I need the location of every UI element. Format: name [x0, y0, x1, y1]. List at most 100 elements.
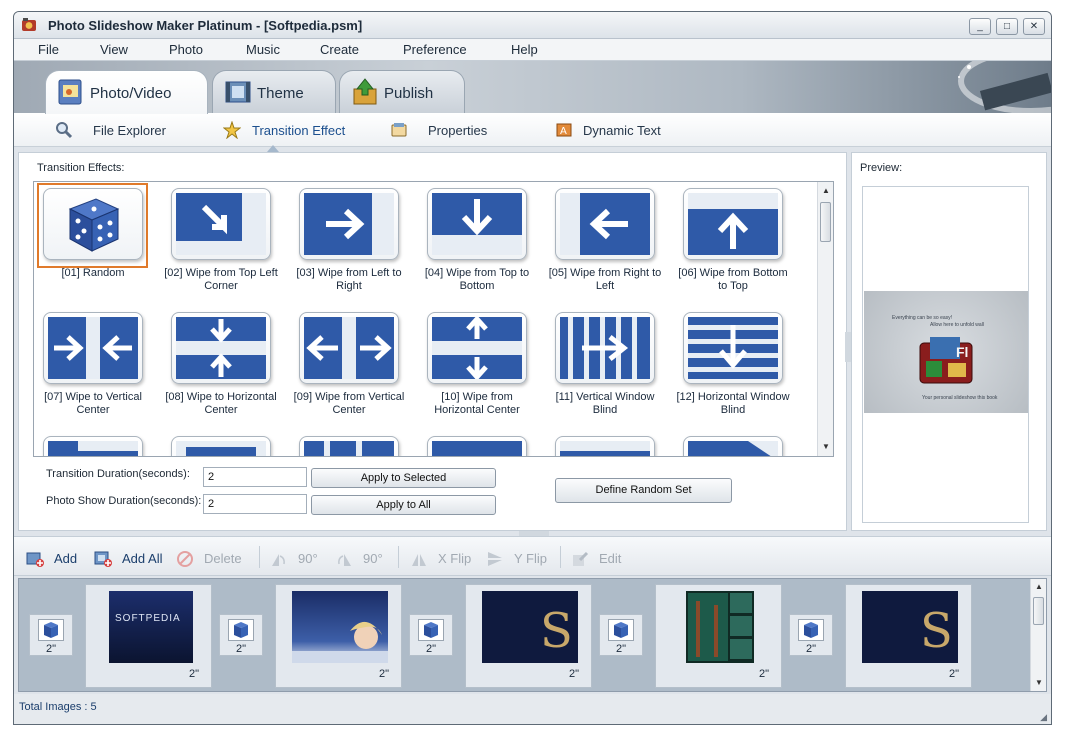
photo-duration-input[interactable]: 2	[203, 494, 307, 514]
tab-theme[interactable]: Theme	[212, 70, 336, 114]
timeline-transition[interactable]: 2"	[599, 614, 643, 656]
x-flip-icon	[412, 554, 426, 566]
softpedia-logo-photo: SOFTPEDIA	[109, 591, 193, 663]
resize-grip-icon[interactable]: ◢	[1040, 712, 1047, 723]
effect-partial[interactable]	[675, 431, 801, 456]
menu-view[interactable]: View	[100, 42, 128, 57]
preview-caption-1: Everything can be so easy!	[892, 315, 953, 321]
y-flip-label: Y Flip	[514, 551, 547, 566]
apply-to-all-button[interactable]: Apply to All	[311, 495, 496, 515]
total-images-status: Total Images : 5	[19, 701, 97, 713]
maximize-button[interactable]: □	[996, 18, 1018, 35]
effect-wipe-top-bottom[interactable]: [04] Wipe from Top to Bottom	[419, 183, 545, 301]
effect-thumb-icon	[683, 436, 783, 456]
effects-scrollbar[interactable]: ▲ ▼	[817, 182, 833, 456]
scroll-down-icon[interactable]: ▼	[1035, 678, 1043, 687]
effect-partial[interactable]	[291, 431, 417, 456]
scroll-up-icon[interactable]: ▲	[1035, 582, 1043, 591]
tab-publish[interactable]: Publish	[339, 70, 465, 114]
add-all-label: Add All	[122, 551, 163, 566]
tab-photo-video[interactable]: Photo/Video	[45, 70, 208, 114]
effect-wipe-left-right[interactable]: [03] Wipe from Left to Right	[291, 183, 417, 301]
effect-wipe-vertical-center[interactable]: [07] Wipe to Vertical Center	[35, 307, 161, 425]
toolbar-separator	[259, 546, 260, 568]
effect-partial[interactable]	[163, 431, 289, 456]
close-button[interactable]: ✕	[1023, 18, 1045, 35]
dice-icon	[38, 619, 64, 641]
timeline-transition[interactable]: 2"	[219, 614, 263, 656]
svg-text:S: S	[540, 603, 573, 659]
effect-caption: [01] Random	[61, 267, 125, 279]
effect-horizontal-window-blind[interactable]: [12] Horizontal Window Blind	[675, 307, 801, 425]
effect-caption: [10] Wipe from Horizontal Center	[434, 391, 520, 416]
effect-wipe-right-left[interactable]: [05] Wipe from Right to Left	[547, 183, 673, 301]
effect-caption: [08] Wipe to Horizontal Center	[165, 391, 277, 416]
transition-effects-grid: [01] Random [02] Wipe from Top Left Corn…	[33, 181, 834, 457]
photo-video-icon	[58, 79, 82, 105]
menu-preference[interactable]: Preference	[403, 42, 467, 57]
photo-duration: 2"	[758, 668, 769, 680]
timeline-photo[interactable]: SOFTPEDIA 2"	[85, 584, 212, 688]
transition-duration: 2"	[805, 643, 817, 655]
effect-caption: [04] Wipe from Top to Bottom	[424, 267, 530, 292]
properties-icon	[391, 123, 407, 137]
scroll-up-icon[interactable]: ▲	[822, 186, 830, 195]
vertical-blind-icon	[555, 312, 655, 384]
timeline-photo[interactable]: S 2"	[845, 584, 972, 688]
preview-image: Fl Everything can be so easy! Allow here…	[864, 291, 1028, 413]
minimize-button[interactable]: _	[969, 18, 991, 35]
publish-icon	[353, 78, 377, 105]
scroll-down-icon[interactable]: ▼	[822, 442, 830, 451]
timeline-photo[interactable]: S 2"	[465, 584, 592, 688]
arrow-left-icon	[555, 188, 655, 260]
effect-random[interactable]: [01] Random	[35, 183, 161, 301]
effect-partial[interactable]	[419, 431, 545, 456]
edit-icon	[573, 551, 589, 566]
svg-text:A: A	[560, 126, 567, 137]
photo-duration-label: Photo Show Duration(seconds):	[46, 495, 202, 507]
timeline-transition[interactable]: 2"	[789, 614, 833, 656]
timeline-photo[interactable]: 2"	[655, 584, 782, 688]
effect-wipe-bottom-top[interactable]: [06] Wipe from Bottom to Top	[675, 183, 801, 301]
timeline-transition[interactable]: 2"	[409, 614, 453, 656]
s-logo-photo: S	[482, 591, 578, 663]
svg-text:Fl: Fl	[956, 344, 968, 360]
effect-wipe-from-vertical-center[interactable]: [09] Wipe from Vertical Center	[291, 307, 417, 425]
effect-wipe-from-horizontal-center[interactable]: [10] Wipe from Horizontal Center	[419, 307, 545, 425]
menu-file[interactable]: File	[38, 42, 59, 57]
scrollbar-thumb[interactable]	[820, 202, 831, 242]
effect-wipe-top-left[interactable]: [02] Wipe from Top Left Corner	[163, 183, 289, 301]
brand-logo	[941, 61, 1051, 113]
photo-duration: 2"	[948, 668, 959, 680]
photo-duration: 2"	[378, 668, 389, 680]
menu-create[interactable]: Create	[320, 42, 359, 57]
effect-wipe-horizontal-center[interactable]: [08] Wipe to Horizontal Center	[163, 307, 289, 425]
timeline-photo[interactable]: 2"	[275, 584, 402, 688]
effect-partial[interactable]	[547, 431, 673, 456]
rotate-right-label: 90°	[363, 551, 383, 566]
dice-icon	[228, 619, 254, 641]
menu-help[interactable]: Help	[511, 42, 538, 57]
preview-caption-2: Allow here to unfold wall	[930, 322, 984, 328]
transition-duration-label: Transition Duration(seconds):	[46, 468, 190, 480]
dice-icon	[418, 619, 444, 641]
menu-photo[interactable]: Photo	[169, 42, 203, 57]
scrollbar-thumb[interactable]	[1033, 597, 1044, 625]
transition-effects-heading: Transition Effects:	[37, 162, 125, 174]
photo-duration: 2"	[568, 668, 579, 680]
menu-music[interactable]: Music	[246, 42, 280, 57]
title-bar: Photo Slideshow Maker Platinum - [Softpe…	[14, 12, 1051, 39]
timeline-scrollbar[interactable]: ▲ ▼	[1030, 579, 1046, 691]
theme-icon	[225, 81, 251, 103]
define-random-set-button[interactable]: Define Random Set	[555, 478, 732, 503]
effect-partial[interactable]	[35, 431, 161, 456]
apply-to-selected-button[interactable]: Apply to Selected	[311, 468, 496, 488]
active-indicator-icon	[267, 145, 279, 152]
preview-frame: Fl Everything can be so easy! Allow here…	[862, 186, 1029, 523]
rotate-right-icon	[338, 554, 351, 566]
timeline-transition[interactable]: 2"	[29, 614, 73, 656]
dice-icon	[43, 188, 143, 260]
effect-vertical-window-blind[interactable]: [11] Vertical Window Blind	[547, 307, 673, 425]
sub-tab-bar: File Explorer Transition Effect Properti…	[14, 113, 1051, 152]
transition-duration-input[interactable]: 2	[203, 467, 307, 487]
